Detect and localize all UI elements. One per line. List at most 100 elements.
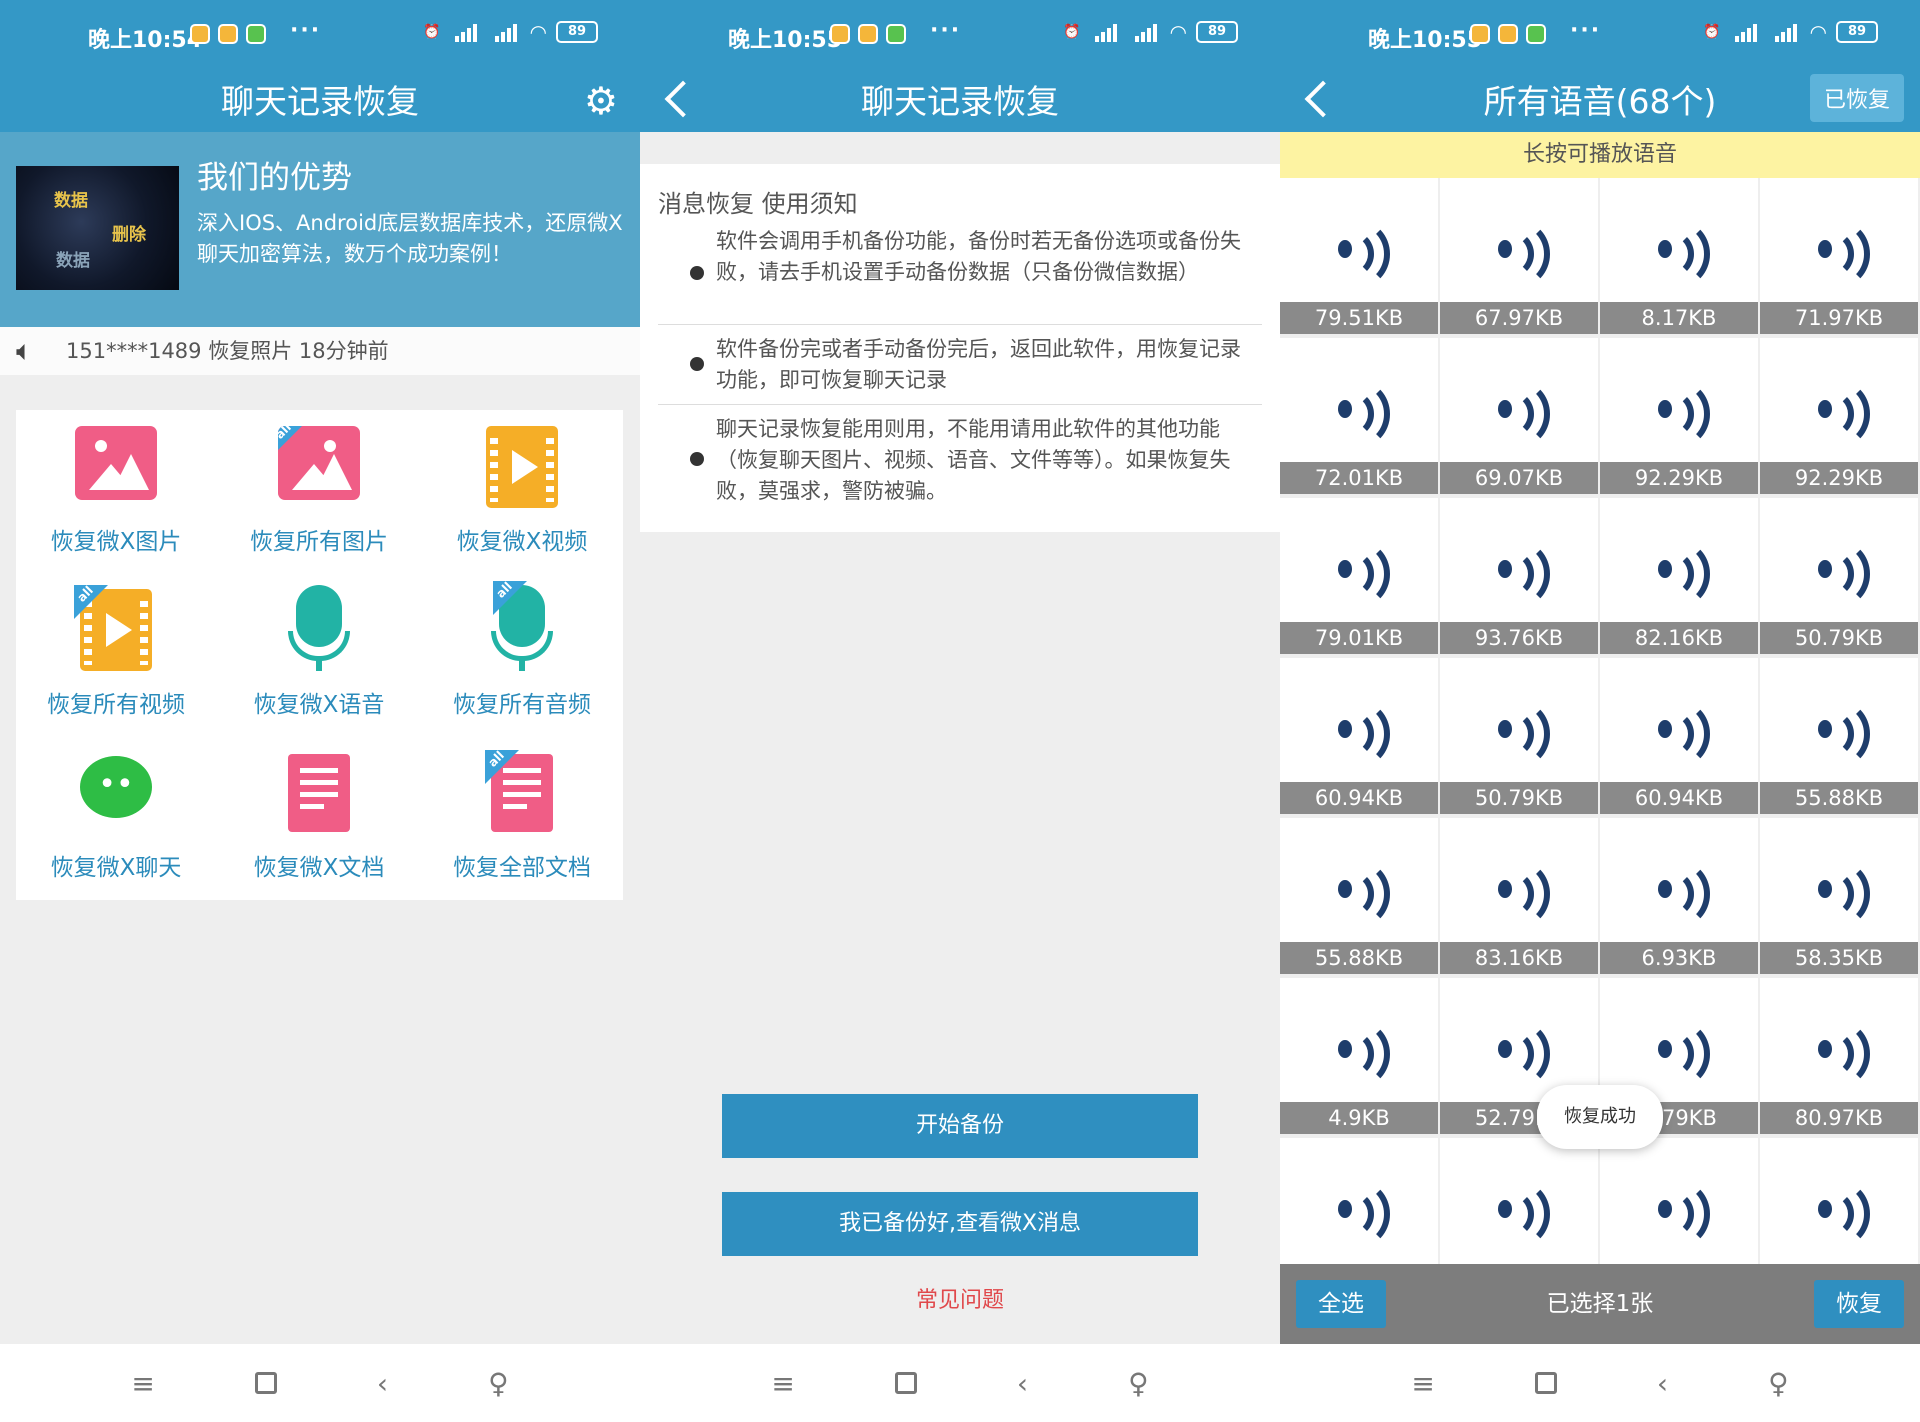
voice-item[interactable]: 60.94KB (1600, 658, 1758, 814)
voice-size: 50.79KB (1760, 622, 1918, 654)
restore-all-audio[interactable]: all 恢复所有音频 (422, 573, 622, 733)
accessibility-icon[interactable]: ♀ (1128, 1367, 1149, 1400)
more-notifications-icon: ··· (930, 18, 962, 43)
back-nav-icon[interactable]: ‹ (1657, 1367, 1668, 1400)
feature-label: 恢复全部文档 (453, 855, 591, 881)
voice-wave-icon (1492, 1178, 1552, 1248)
notification-icons (190, 24, 266, 44)
voice-item[interactable]: 82.16KB (1600, 498, 1758, 654)
feature-label: 恢复微X文档 (253, 855, 385, 881)
voice-item[interactable]: 83.16KB (1440, 818, 1598, 974)
restore-wx-chat[interactable]: 恢复微X聊天 (16, 736, 216, 896)
restore-wx-photos[interactable]: 恢复微X图片 (16, 410, 216, 570)
accessibility-icon[interactable]: ♀ (488, 1367, 509, 1400)
voice-wave-icon (1492, 218, 1552, 288)
voice-item[interactable]: 50.79KB (1440, 658, 1598, 814)
signal-icon (1091, 22, 1121, 42)
voice-item[interactable]: 4.9KB (1280, 978, 1438, 1134)
restore-wx-documents[interactable]: 恢复微X文档 (219, 736, 419, 896)
menu-icon[interactable]: ≡ (771, 1367, 794, 1400)
feature-grid: 恢复微X图片 all 恢复所有图片 恢复微X视频 all 恢复所有视频 恢复微X… (16, 410, 623, 900)
menu-icon[interactable]: ≡ (1411, 1367, 1434, 1400)
banner-image-word: 删除 (112, 225, 146, 245)
voice-size: 93.76KB (1440, 622, 1598, 654)
voice-item[interactable]: 79.01KB (1280, 498, 1438, 654)
voice-item[interactable]: 55.88KB (1760, 658, 1918, 814)
home-icon[interactable] (894, 1372, 917, 1394)
wifi-icon: ◠ (1810, 20, 1826, 44)
note-text: 聊天记录恢复能用则用，不能用请用此软件的其他功能（恢复聊天图片、视频、语音、文件… (716, 417, 1231, 503)
select-all-button[interactable]: 全选 (1296, 1280, 1386, 1328)
voice-wave-icon (1652, 1178, 1712, 1248)
voice-item[interactable] (1760, 1138, 1918, 1264)
voice-wave-icon (1652, 858, 1712, 928)
title-bar: 聊天记录恢复 ⚙ (0, 72, 640, 132)
photo-icon (75, 426, 157, 500)
view-messages-button[interactable]: 我已备份好,查看微X消息 (722, 1192, 1198, 1256)
accessibility-icon[interactable]: ♀ (1768, 1367, 1789, 1400)
start-backup-button[interactable]: 开始备份 (722, 1094, 1198, 1158)
feature-label: 恢复所有音频 (453, 692, 591, 718)
system-nav-bar: ≡ ‹ ♀ (0, 1344, 640, 1422)
selection-bar: 已选择1张 全选 恢复 (1280, 1264, 1920, 1344)
back-nav-icon[interactable]: ‹ (377, 1367, 388, 1400)
restore-all-photos[interactable]: all 恢复所有图片 (219, 410, 419, 570)
voice-item[interactable] (1600, 1138, 1758, 1264)
feature-label: 恢复所有图片 (250, 529, 388, 555)
voice-item[interactable] (1440, 1138, 1598, 1264)
page-title: 聊天记录恢复 (861, 82, 1059, 121)
voice-item[interactable]: 72.01KB (1280, 338, 1438, 494)
voice-item[interactable]: 60.94KB (1280, 658, 1438, 814)
banner-image-word: 数据 (54, 191, 88, 211)
restore-wx-voice[interactable]: 恢复微X语音 (219, 573, 419, 733)
voice-size: 71.97KB (1760, 302, 1918, 334)
all-document-icon: all (485, 750, 553, 832)
voice-item[interactable]: 50.79KB (1760, 498, 1918, 654)
gear-icon[interactable]: ⚙ (584, 81, 618, 121)
voice-item[interactable]: 92.29KB (1600, 338, 1758, 494)
screen-home: 晚上10:54 ··· ⏰ ◠ 89 聊天记录恢复 ⚙ 数据 删除 数据 我们的… (0, 0, 640, 1422)
home-icon[interactable] (1534, 1372, 1557, 1394)
voice-wave-icon (1332, 378, 1392, 448)
signal-4g-icon (1771, 22, 1801, 42)
restore-button[interactable]: 恢复 (1814, 1280, 1904, 1328)
alarm-icon: ⏰ (1703, 24, 1721, 40)
voice-item[interactable]: 6.93KB (1600, 818, 1758, 974)
voice-item[interactable]: 93.76KB (1440, 498, 1598, 654)
voice-item[interactable] (1280, 1138, 1438, 1264)
restored-button[interactable]: 已恢复 (1809, 74, 1904, 122)
notification-icons (1470, 24, 1546, 44)
restore-all-videos[interactable]: all 恢复所有视频 (16, 573, 216, 733)
voice-item[interactable]: 80.97KB (1760, 978, 1918, 1134)
voice-wave-icon (1812, 218, 1872, 288)
voice-wave-icon (1492, 538, 1552, 608)
back-nav-icon[interactable]: ‹ (1017, 1367, 1028, 1400)
voice-item[interactable]: 71.97KB (1760, 178, 1918, 334)
menu-icon[interactable]: ≡ (131, 1367, 154, 1400)
voice-item[interactable]: 79.51KB (1280, 178, 1438, 334)
toast-message: 恢复成功 (1537, 1085, 1663, 1149)
voice-item[interactable]: 92.29KB (1760, 338, 1918, 494)
status-bar: 晚上10:55 ··· ⏰ ◠ 89 (640, 0, 1280, 72)
document-icon (288, 754, 350, 832)
status-time: 晚上10:55 (728, 28, 843, 53)
voice-item[interactable]: 69.07KB (1440, 338, 1598, 494)
voice-wave-icon (1332, 1178, 1392, 1248)
restore-all-documents[interactable]: all 恢复全部文档 (422, 736, 622, 896)
signal-4g-icon (491, 22, 521, 42)
voice-size: 60.94KB (1600, 782, 1758, 814)
alarm-icon: ⏰ (1063, 24, 1081, 40)
voice-size: 55.88KB (1280, 942, 1438, 974)
chat-icon (80, 756, 152, 818)
restore-wx-videos[interactable]: 恢复微X视频 (422, 410, 622, 570)
voice-item[interactable]: 8.17KB (1600, 178, 1758, 334)
home-icon[interactable] (254, 1372, 277, 1394)
voice-wave-icon (1812, 1178, 1872, 1248)
voice-size: 79.51KB (1280, 302, 1438, 334)
system-nav-bar: ≡ ‹ ♀ (640, 1344, 1280, 1422)
wifi-icon: ◠ (530, 20, 546, 44)
faq-link[interactable]: 常见问题 (640, 1282, 1280, 1314)
voice-item[interactable]: 58.35KB (1760, 818, 1918, 974)
voice-item[interactable]: 55.88KB (1280, 818, 1438, 974)
voice-item[interactable]: 67.97KB (1440, 178, 1598, 334)
